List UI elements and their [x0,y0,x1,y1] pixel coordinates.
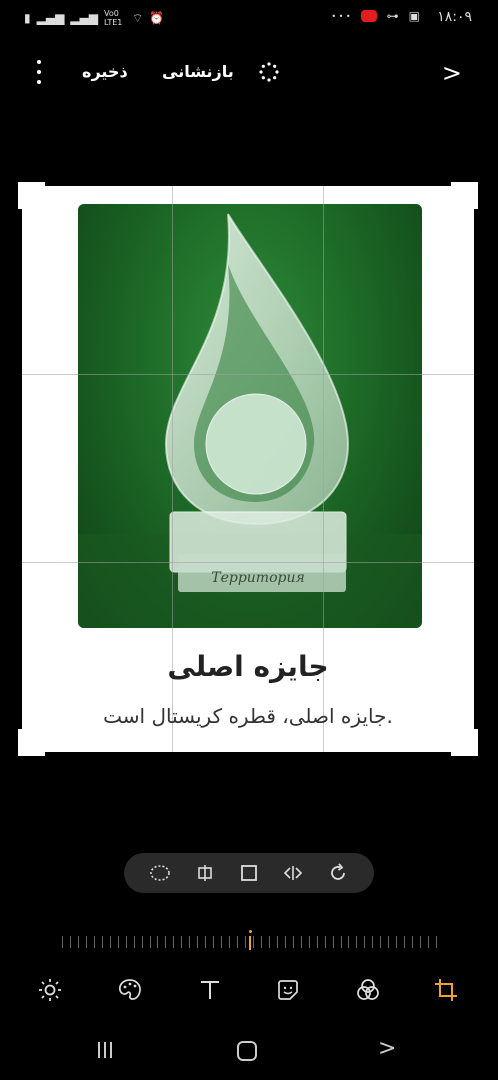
slider-tick [356,936,357,948]
slider-tick [150,936,151,948]
more-dots: • • • [331,11,351,21]
edit-tools-bar [0,976,498,1006]
crop-handle-top-left[interactable] [18,182,45,209]
crystal-trophy-illustration: Территория [78,213,422,628]
image-canvas[interactable]: Территория جایزه اصلی جایزه اصلی، قطره ک… [18,182,478,756]
network-label: Vo0 LTE1 [103,9,123,27]
more-options-icon[interactable] [30,60,48,84]
wifi-icon: ⌔ [131,10,144,25]
slider-tick [181,936,182,948]
slider-tick [229,936,230,948]
slider-tick [213,936,214,948]
sticker-icon[interactable] [274,976,302,1004]
slider-tick [325,936,326,948]
slider-tick [86,936,87,948]
slider-tick [165,936,166,948]
slider-tick [277,936,278,948]
slider-tick [420,936,421,948]
status-bar: ▮ ▂▄▆ ▂▄▆ Vo0 LTE1 ⌔ ⏰ • • • ⊶ ▣ ۱۸:۰۹ [0,0,498,38]
slider-tick [94,936,95,948]
slider-tick [317,936,318,948]
slider-tick [245,936,246,948]
palette-icon[interactable] [116,976,144,1004]
slider-tick [372,936,373,948]
status-time: ۱۸:۰۹ [437,9,472,25]
status-left: ▮ ▂▄▆ ▂▄▆ Vo0 LTE1 ⌔ ⏰ [24,9,164,27]
rotate-icon[interactable] [326,861,350,885]
flip-icon[interactable] [193,861,217,885]
slider-tick [293,936,294,948]
chevron-right-icon[interactable]: > [442,59,462,87]
sd-card-icon: ▮ [24,11,31,25]
slider-tick [197,936,198,948]
crop-grid-line [22,374,474,375]
slider-tick [396,936,397,948]
caption-subtitle: جایزه اصلی، قطره کریستال است. [103,704,393,728]
slider-tick [269,936,270,948]
revert-button[interactable]: بازنشانی [162,62,234,81]
brightness-icon[interactable] [36,976,64,1004]
slider-tick [428,936,429,948]
crop-handle-bottom-right[interactable] [451,729,478,756]
slider-tick [301,936,302,948]
slider-tick [436,936,437,948]
crop-grid-line [22,562,474,563]
slider-tick [261,936,262,948]
crop-tools-pill [124,853,374,893]
slider-tick [157,936,158,948]
slider-tick [205,936,206,948]
crop-handle-bottom-left[interactable] [18,729,45,756]
crop-handle-top-right[interactable] [451,182,478,209]
free-crop-icon[interactable] [237,861,261,885]
slider-tick [348,936,349,948]
slider-tick [333,936,334,948]
gallery-icon: ▣ [408,9,420,23]
slider-tick [110,936,111,948]
slider-tick [253,936,254,948]
text-icon[interactable] [196,976,224,1004]
signal-icon: ▂▄▆ [36,11,65,25]
alarm-icon: ⏰ [149,11,165,25]
slider-tick [309,936,310,948]
slider-indicator[interactable] [248,930,252,950]
slider-tick [221,936,222,948]
slider-tick [364,936,365,948]
mirror-icon[interactable] [281,861,305,885]
slider-tick [70,936,71,948]
recents-icon[interactable] [98,1042,112,1058]
slider-tick [126,936,127,948]
signal-icon-2: ▂▄▆ [70,11,98,25]
slider-tick [237,936,238,948]
caption-title: جایزه اصلی [167,650,329,683]
slider-tick [118,936,119,948]
adjustment-slider[interactable] [62,930,437,950]
slider-tick [388,936,389,948]
slider-tick [134,936,135,948]
trophy-photo: Территория [78,204,422,628]
slider-tick [380,936,381,948]
crop-icon[interactable] [432,976,460,1004]
filter-icon[interactable] [354,976,382,1004]
system-nav-bar: > [0,1036,498,1066]
slider-tick [78,936,79,948]
home-icon[interactable] [237,1041,257,1061]
auto-enhance-icon[interactable] [258,61,280,83]
slider-tick [173,936,174,948]
slider-tick [102,936,103,948]
slider-tick [62,936,63,948]
save-button[interactable]: ذخیره [82,62,128,81]
lasso-icon[interactable] [148,861,172,885]
slider-tick [142,936,143,948]
slider-tick [341,936,342,948]
editor-toolbar: ذخیره بازنشانی > [0,50,498,94]
youtube-icon [360,10,377,22]
slider-tick [412,936,413,948]
trophy-engraving: Территория [211,570,305,586]
link-icon: ⊶ [386,9,399,23]
status-mid: • • • ⊶ ▣ [331,9,420,23]
slider-tick [189,936,190,948]
back-icon[interactable]: > [378,1036,396,1061]
slider-tick [404,936,405,948]
slider-tick [285,936,286,948]
